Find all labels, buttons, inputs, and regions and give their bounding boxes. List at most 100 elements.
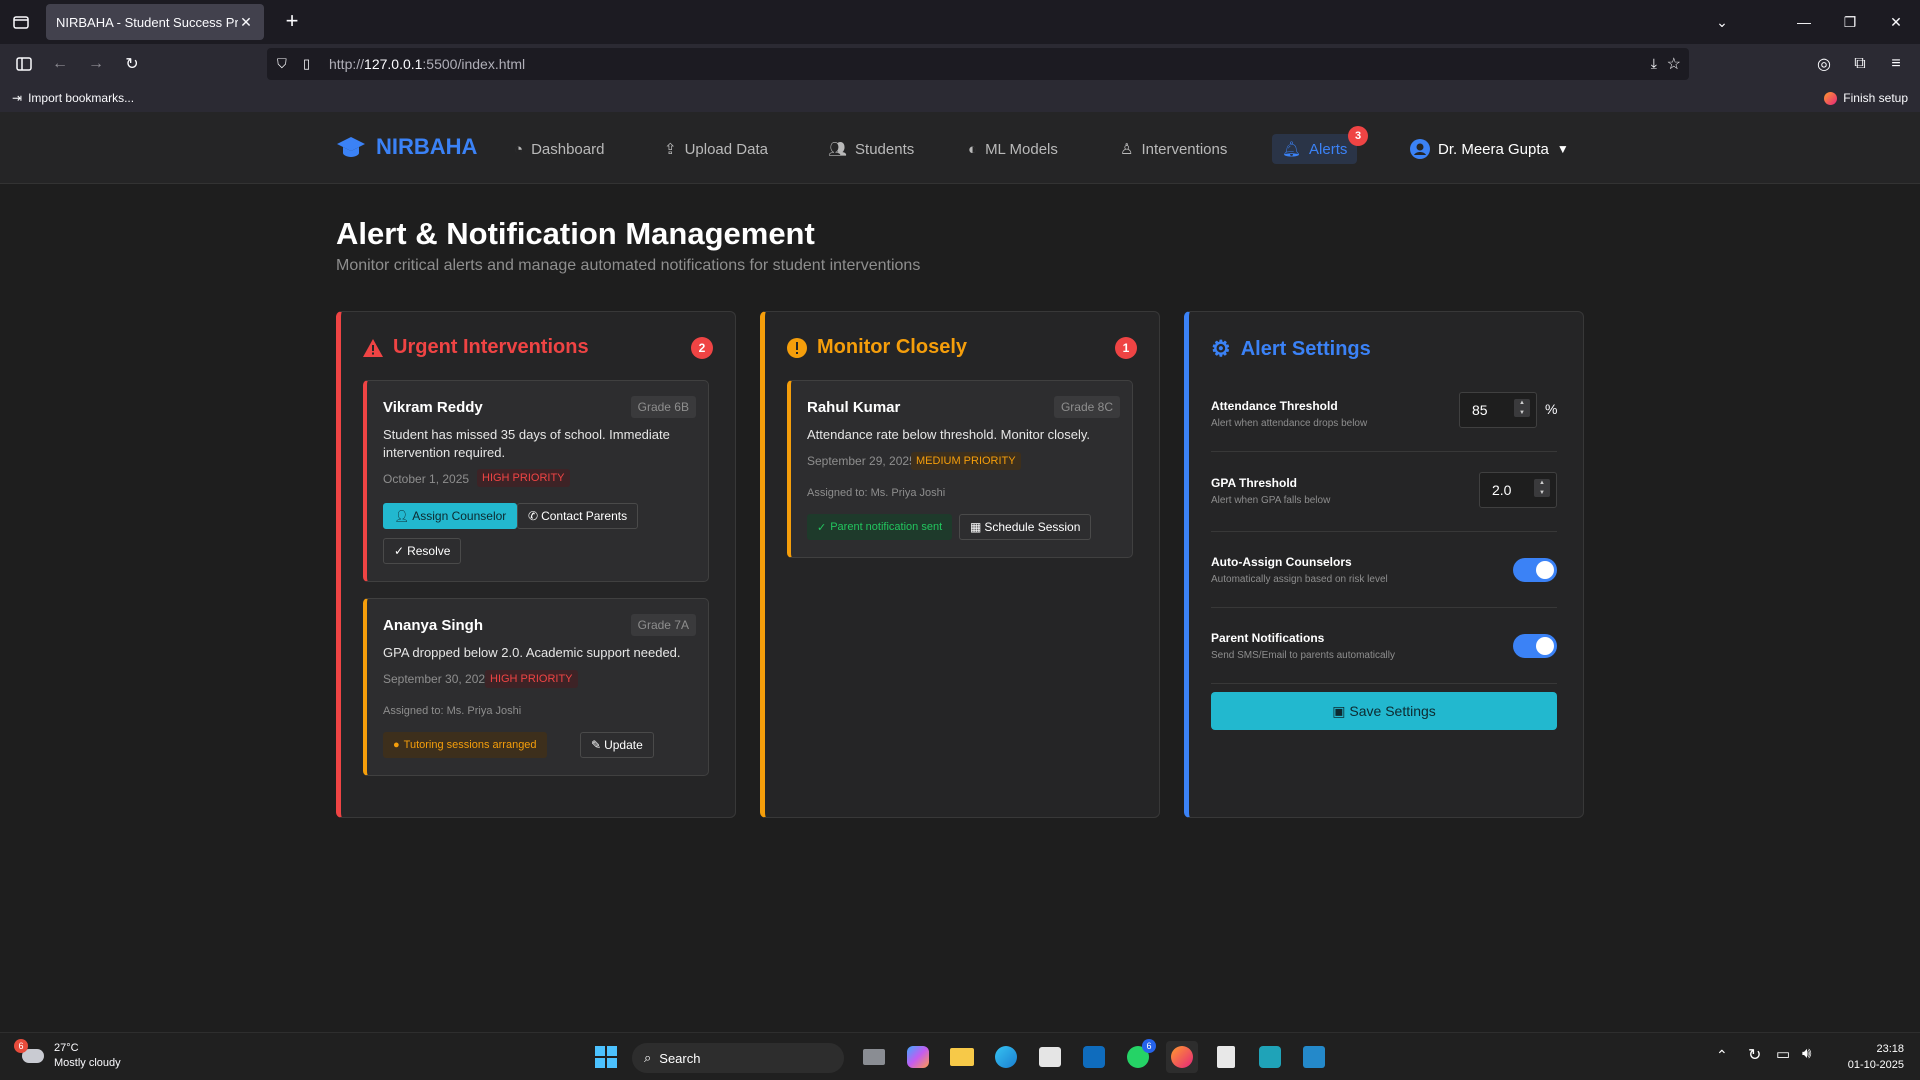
user-circle-icon xyxy=(1410,139,1430,159)
finish-setup-link[interactable]: Finish setup xyxy=(1824,91,1908,105)
auto-assign-desc: Automatically assign based on risk level xyxy=(1211,574,1388,585)
tab-close-icon[interactable]: ✕ xyxy=(238,14,254,31)
nav-upload-data[interactable]: ⇪ Upload Data xyxy=(654,134,778,164)
resolve-button[interactable]: ✓ Resolve xyxy=(383,538,462,564)
extensions-icon[interactable]: ⧉ xyxy=(1848,52,1872,76)
reload-icon[interactable]: ↻ xyxy=(120,52,144,76)
url-bar[interactable]: ⛉ ▯ http://127.0.0.1:5500/index.html ⤓ ☆ xyxy=(267,48,1689,80)
clock-date: 01-10-2025 xyxy=(1847,1059,1904,1071)
bookmark-star-icon[interactable]: ☆ xyxy=(1667,54,1681,74)
microsoft-store-icon[interactable] xyxy=(1034,1041,1066,1073)
page-subtitle: Monitor critical alerts and manage autom… xyxy=(336,257,921,274)
urgent-count-badge: 2 xyxy=(691,337,713,359)
person-icon: ♙ xyxy=(1120,141,1134,158)
auto-assign-row: Auto-Assign Counselors Automatically ass… xyxy=(1211,532,1557,608)
nav-alerts[interactable]: 🔔︎ Alerts xyxy=(1272,134,1358,164)
tab-list-icon[interactable] xyxy=(8,9,34,35)
gpa-threshold-input[interactable]: 2.0 ▲ ▼ xyxy=(1479,472,1557,508)
schedule-session-button[interactable]: ▦ Schedule Session xyxy=(959,514,1092,540)
alert-message: Student has missed 35 days of school. Im… xyxy=(383,427,670,460)
network-icon[interactable]: ▭ xyxy=(1776,1045,1790,1063)
browser-tab-bar: NIRBAHA - Student Success Predictor ✕ + … xyxy=(0,0,1920,44)
assigned-to-text: Assigned to: Ms. Priya Joshi xyxy=(807,487,946,499)
users-icon: 👥︎ xyxy=(828,141,848,158)
assign-counselor-button[interactable]: 👤︎ Assign Counselor xyxy=(383,503,518,529)
warning-triangle-icon xyxy=(363,338,383,357)
clock-time: 23:18 xyxy=(1876,1043,1904,1055)
clock[interactable]: 23:18 01-10-2025 xyxy=(1848,1041,1904,1073)
whatsapp-icon[interactable]: 6 xyxy=(1122,1039,1156,1073)
save-settings-button[interactable]: ▣ Save Settings xyxy=(1211,692,1557,730)
back-icon[interactable]: ← xyxy=(48,52,72,76)
game-app-icon[interactable] xyxy=(1254,1041,1286,1073)
brand-logo[interactable]: NIRBAHA xyxy=(336,134,477,160)
weather-widget[interactable]: 6 27°C Mostly cloudy xyxy=(14,1039,121,1071)
update-button[interactable]: ✎ Update xyxy=(580,732,654,758)
gauge-icon: ◔ xyxy=(514,140,524,158)
cloud-sun-icon: 6 xyxy=(14,1039,46,1071)
outlook-icon[interactable] xyxy=(1078,1041,1110,1073)
alert-card-vikram-reddy: Vikram Reddy Grade 6B Student has missed… xyxy=(363,380,709,582)
sidebar-icon[interactable] xyxy=(12,52,36,76)
auto-assign-label: Auto-Assign Counselors xyxy=(1211,555,1352,569)
user-menu[interactable]: Dr. Meera Gupta ▼ xyxy=(1410,134,1569,164)
settings-panel-header: ⚙ Alert Settings xyxy=(1211,336,1371,361)
auto-assign-toggle[interactable] xyxy=(1513,558,1557,582)
attendance-threshold-input[interactable]: 85 ▲ ▼ xyxy=(1459,392,1537,428)
nav-students[interactable]: 👥︎ Students xyxy=(818,134,924,164)
app-viewport: NIRBAHA ◔ Dashboard ⇪ Upload Data 👥︎ Stu… xyxy=(0,112,1920,1032)
nav-dashboard[interactable]: ◔ Dashboard xyxy=(504,134,614,164)
vscode-icon[interactable] xyxy=(1298,1041,1330,1073)
firefox-taskbar-icon[interactable] xyxy=(1166,1041,1198,1073)
priority-badge: HIGH PRIORITY xyxy=(485,670,578,688)
attendance-threshold-desc: Alert when attendance drops below xyxy=(1211,418,1368,429)
status-parent-notified: ✓ Parent notification sent xyxy=(807,514,953,540)
shield-icon[interactable]: ⛉ xyxy=(277,56,287,72)
grade-badge: Grade 6B xyxy=(630,396,696,418)
sync-icon[interactable]: ↻ xyxy=(1748,1045,1761,1065)
nav-interventions[interactable]: ♙ Interventions xyxy=(1110,134,1237,164)
status-tutoring-arranged: ● Tutoring sessions arranged xyxy=(383,732,547,758)
windows-start-icon[interactable] xyxy=(590,1041,622,1073)
windows-taskbar: 6 27°C Mostly cloudy ⌕ Search 6 ⌃ ↻ ▭ 🔊︎… xyxy=(0,1032,1920,1080)
weather-badge: 6 xyxy=(14,1039,28,1053)
forward-icon[interactable]: → xyxy=(84,52,108,76)
taskbar-search-box[interactable]: ⌕ Search xyxy=(632,1043,844,1073)
new-tab-icon[interactable]: + xyxy=(280,10,304,34)
browser-tab-active[interactable]: NIRBAHA - Student Success Predictor ✕ xyxy=(46,4,264,40)
attendance-threshold-row: Attendance Threshold Alert when attendan… xyxy=(1211,384,1557,452)
alert-date: October 1, 2025 xyxy=(383,472,470,486)
tab-overflow-chevron-icon[interactable]: ⌄ xyxy=(1710,10,1734,34)
copilot-icon[interactable] xyxy=(902,1041,934,1073)
save-to-pocket-icon[interactable]: ⤓ xyxy=(1651,55,1657,72)
contact-parents-button[interactable]: ✆ Contact Parents xyxy=(517,503,639,529)
phone-icon: ✆ xyxy=(528,509,539,523)
import-icon: ⇥ xyxy=(12,91,23,105)
alerts-count-badge: 3 xyxy=(1348,126,1368,146)
minimize-icon[interactable]: — xyxy=(1792,10,1816,34)
file-explorer-icon[interactable] xyxy=(946,1041,978,1073)
parent-notifications-desc: Send SMS/Email to parents automatically xyxy=(1211,650,1395,661)
brain-icon: ◐ xyxy=(968,140,978,158)
import-bookmarks-link[interactable]: ⇥ Import bookmarks... xyxy=(12,91,134,105)
menu-icon[interactable]: ≡ xyxy=(1884,52,1908,76)
attendance-threshold-label: Attendance Threshold xyxy=(1211,399,1338,413)
volume-icon[interactable]: 🔊︎ xyxy=(1802,1045,1811,1062)
bookmarks-bar: ⇥ Import bookmarks... Finish setup xyxy=(0,84,1920,112)
page-title: Alert & Notification Management xyxy=(336,216,815,251)
restore-icon[interactable]: ❐ xyxy=(1838,10,1862,34)
chevron-up-icon[interactable]: ⌃ xyxy=(1716,1047,1728,1064)
parent-notifications-toggle[interactable] xyxy=(1513,634,1557,658)
task-view-icon[interactable] xyxy=(858,1041,890,1073)
nav-ml-models[interactable]: ◐ ML Models xyxy=(958,134,1068,164)
percent-unit: % xyxy=(1545,401,1558,417)
number-stepper[interactable]: ▲ ▼ xyxy=(1514,399,1530,417)
alert-card-ananya-singh: Ananya Singh Grade 7A GPA dropped below … xyxy=(363,598,709,776)
page-info-icon[interactable]: ▯ xyxy=(303,56,310,72)
number-stepper[interactable]: ▲ ▼ xyxy=(1534,479,1550,497)
account-icon[interactable]: ◎ xyxy=(1812,52,1836,76)
epic-games-icon[interactable] xyxy=(1210,1041,1242,1073)
edge-icon[interactable] xyxy=(990,1041,1022,1073)
close-window-icon[interactable]: ✕ xyxy=(1884,10,1908,34)
exclamation-circle-icon xyxy=(787,337,807,358)
